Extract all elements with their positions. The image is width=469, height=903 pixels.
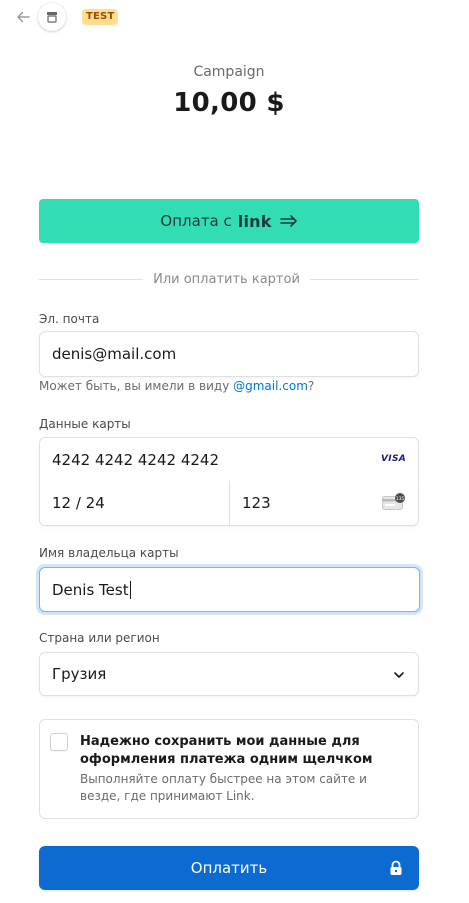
card-details-label: Данные карты	[39, 417, 131, 431]
merchant-avatar[interactable]	[38, 3, 66, 31]
chevron-down-icon	[392, 668, 406, 682]
email-hint-suffix: ?	[307, 379, 315, 393]
test-mode-badge: TEST	[82, 9, 119, 25]
card-cvc-value: 123	[242, 494, 271, 512]
link-button-label: Оплата с	[160, 212, 232, 230]
save-info-checkbox[interactable]	[50, 733, 68, 751]
email-hint-prefix: Может быть, вы имели в виду	[39, 379, 234, 393]
svg-text:135: 135	[396, 496, 405, 502]
visa-icon: VISA	[381, 454, 406, 464]
email-suggestion-hint: Может быть, вы имели в виду @gmail.com?	[39, 379, 314, 393]
cardholder-name-field[interactable]: Denis Test	[39, 567, 420, 612]
save-info-box: Надежно сохранить мои данные для оформле…	[39, 719, 419, 819]
store-icon	[47, 12, 57, 23]
card-expiry-value: 12 / 24	[52, 494, 105, 512]
cardholder-name-value: Denis Test	[52, 580, 129, 599]
card-cvc-icon: 135	[382, 493, 406, 511]
top-bar: TEST	[0, 0, 469, 36]
divider-line	[39, 279, 143, 280]
text-cursor	[129, 580, 131, 599]
save-info-description: Выполняйте оплату быстрее на этом сайте …	[80, 772, 367, 803]
total-amount: 10,00 $	[173, 88, 285, 118]
save-info-title: Надежно сохранить мои данные для оформле…	[80, 734, 373, 767]
double-arrow-icon	[279, 212, 298, 231]
pay-button-label: Оплатить	[190, 859, 268, 877]
country-value: Грузия	[52, 665, 107, 683]
email-label: Эл. почта	[39, 312, 100, 326]
pay-button[interactable]: Оплатить	[39, 846, 419, 890]
pay-with-link-button[interactable]: Оплата с link	[39, 199, 419, 243]
email-field[interactable]: denis@mail.com	[39, 331, 419, 377]
cardholder-label: Имя владельца карты	[39, 546, 179, 560]
card-number-field[interactable]: 4242 4242 4242 4242 VISA	[39, 437, 419, 482]
card-expiry-field[interactable]: 12 / 24	[39, 481, 230, 526]
card-number-value: 4242 4242 4242 4242	[52, 450, 219, 469]
email-value: denis@mail.com	[52, 345, 177, 363]
or-pay-with-card-divider: Или оплатить картой	[39, 270, 419, 290]
divider-text: Или оплатить картой	[153, 272, 300, 287]
back-arrow-icon[interactable]	[16, 8, 34, 26]
product-name: Campaign	[193, 64, 265, 80]
lock-icon	[389, 860, 403, 876]
link-logo: link	[237, 211, 272, 231]
card-cvc-field[interactable]: 123 135	[229, 481, 419, 526]
country-select[interactable]: Грузия	[39, 652, 419, 696]
country-label: Страна или регион	[39, 631, 160, 645]
divider-line	[310, 279, 419, 280]
email-suggestion-link[interactable]: @gmail.com	[233, 379, 308, 393]
